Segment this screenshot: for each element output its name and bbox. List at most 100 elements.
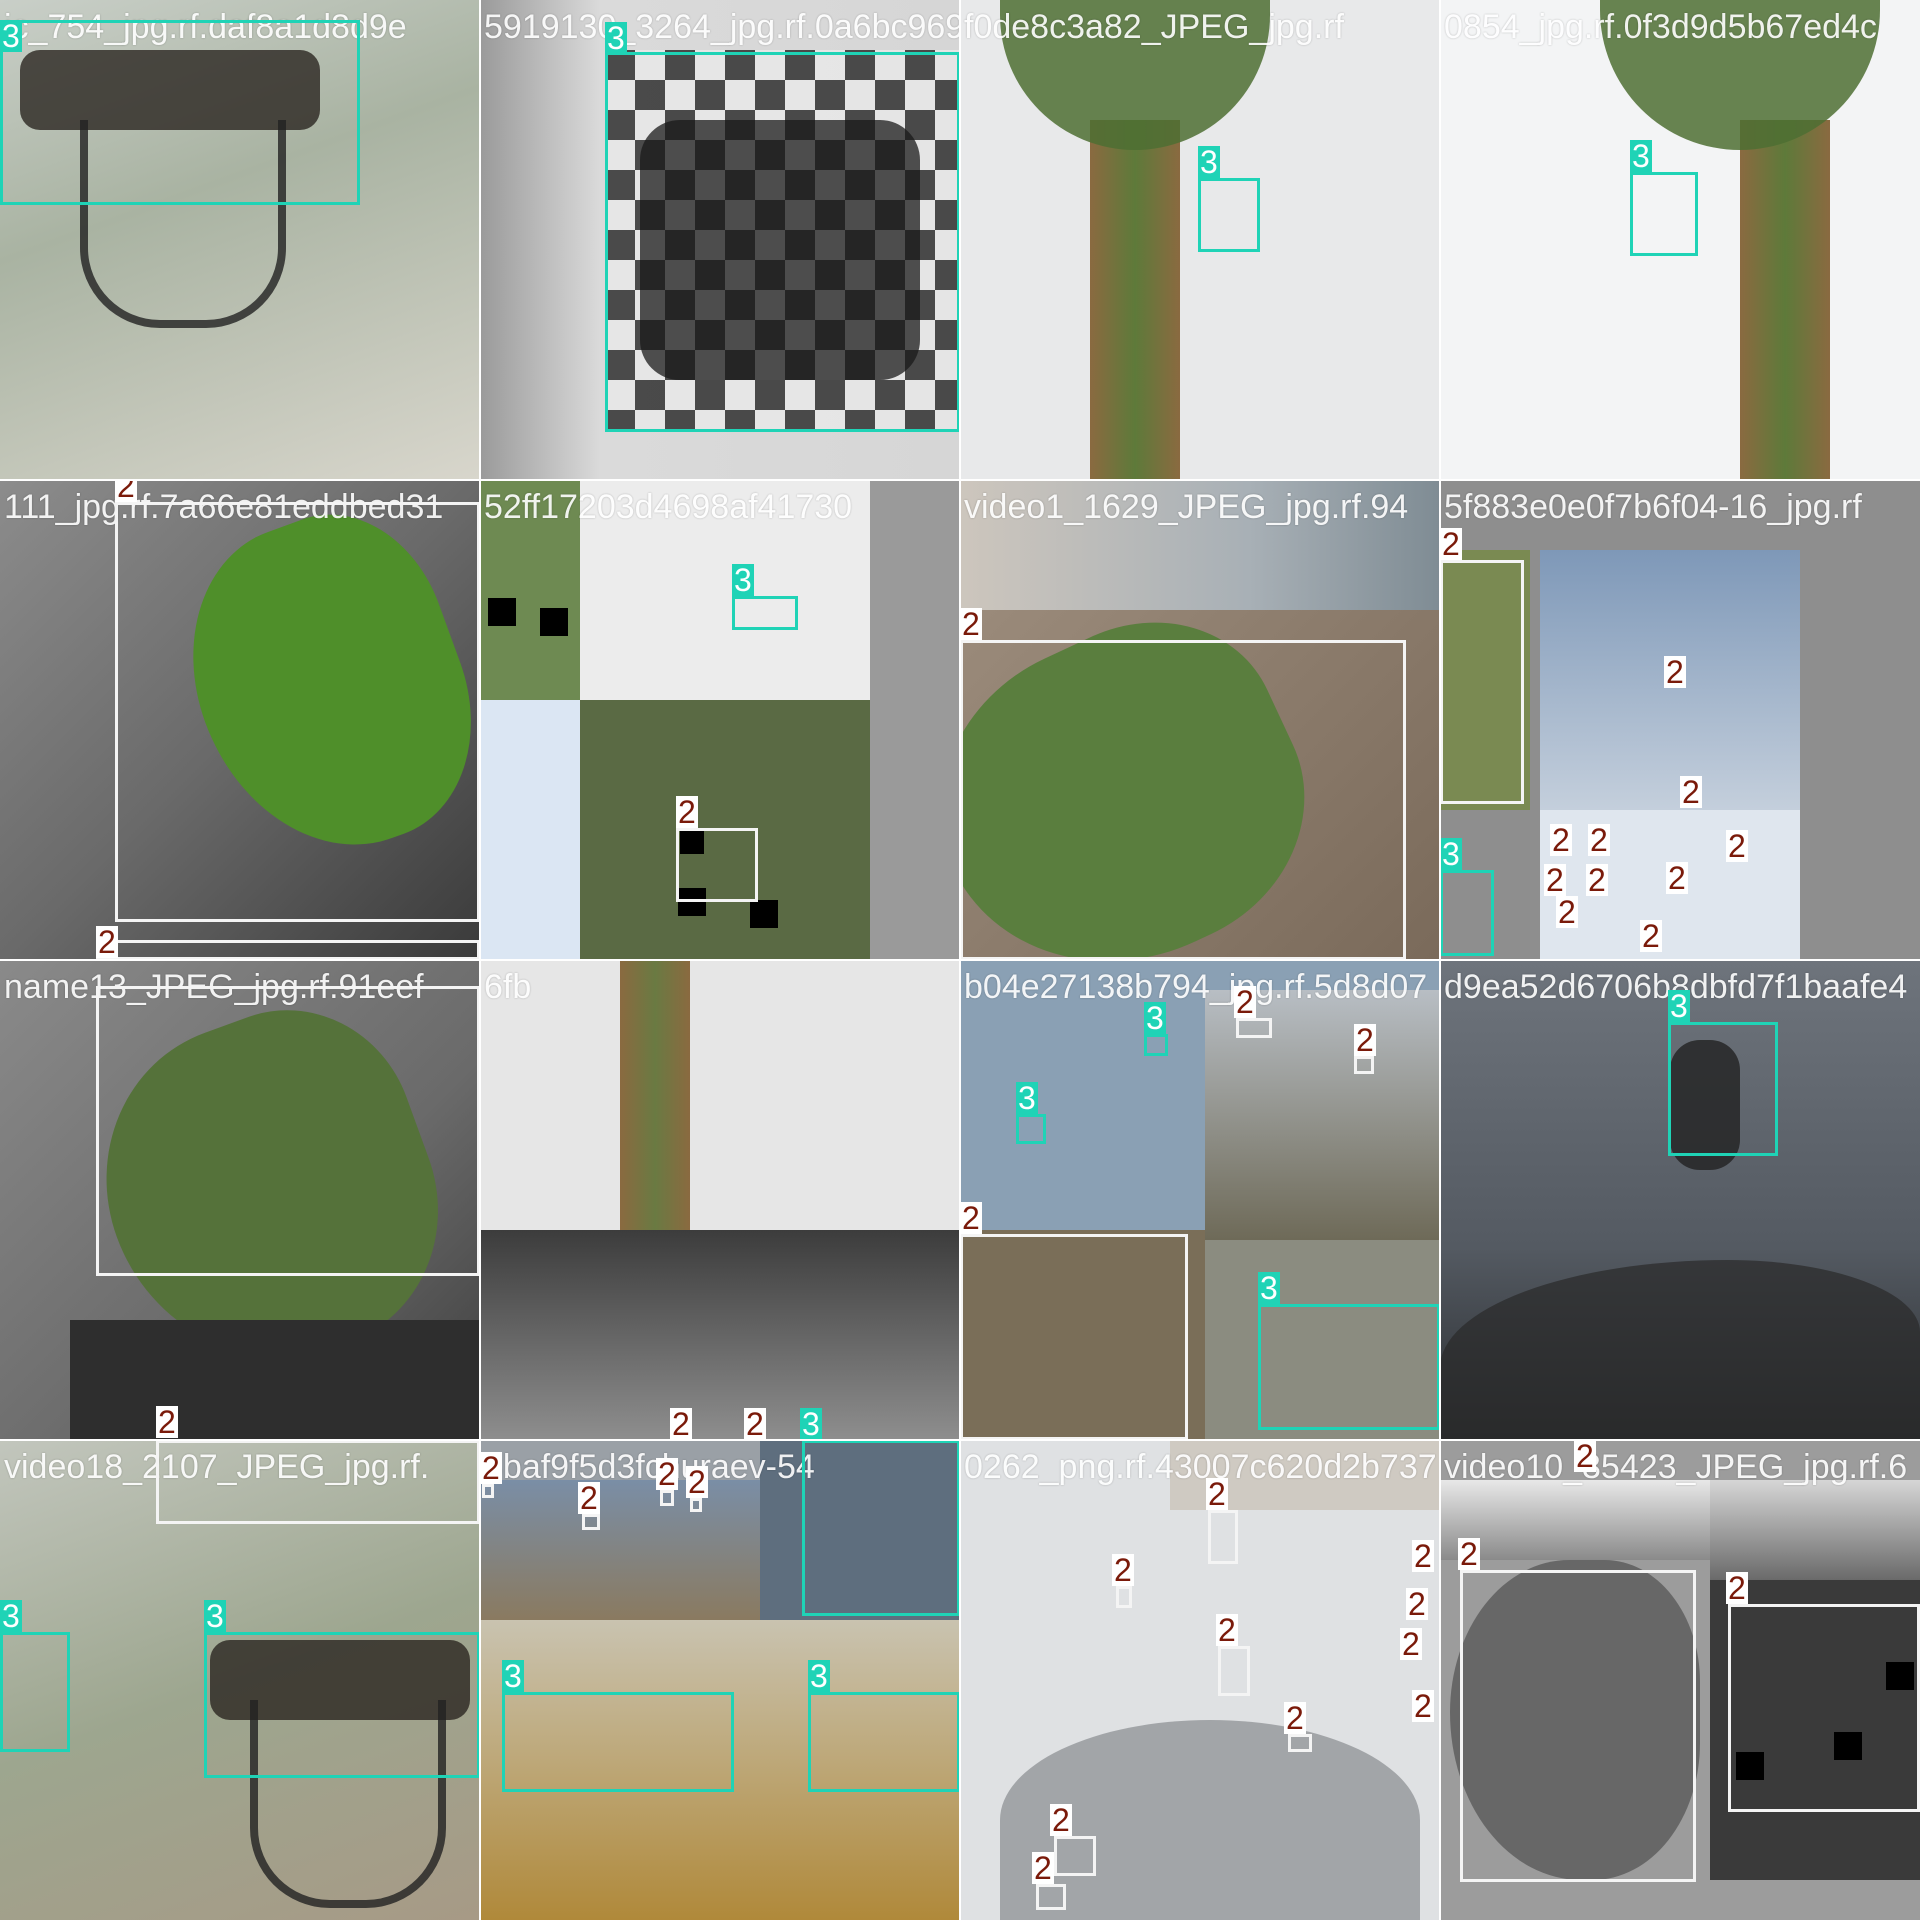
bird-box: [676, 828, 758, 902]
bird-label: 2: [1412, 1538, 1434, 1574]
drone-label: 3: [1016, 1080, 1038, 1116]
bird-box: [1460, 1570, 1696, 1882]
bird-box: [960, 1234, 1188, 1440]
palm-trunk: [1090, 120, 1180, 480]
bird-label: 2: [480, 1450, 502, 1486]
tile-15: 0262_png.rf.43007c620d2b737 2 2 2 2 2 2 …: [960, 1440, 1440, 1920]
drone-label: 3: [800, 1406, 822, 1440]
tile-title: video10_35423_JPEG_jpg.rf.6: [1444, 1448, 1908, 1486]
grid-divider: [0, 479, 1920, 481]
bird-label: 2: [96, 924, 118, 960]
bird-label: 2: [1216, 1612, 1238, 1648]
bird-label: 2: [1032, 1850, 1054, 1886]
drone-box: [1668, 1022, 1778, 1156]
bird-box: [1054, 1836, 1096, 1876]
bird-box: [582, 1514, 600, 1530]
drone-box: [204, 1632, 480, 1778]
drone-box: [0, 20, 360, 205]
bird-label: 2: [1726, 1570, 1748, 1606]
tile-4: 0854_jpg.rf.0f3d9d5b67ed4c 3: [1440, 0, 1920, 480]
drone-label: 3: [605, 20, 627, 56]
drone-label: 3: [502, 1658, 524, 1694]
bird-box: [115, 502, 480, 922]
drone-box: [502, 1692, 734, 1792]
bird-label: 2: [1588, 822, 1610, 858]
drone-label: 3: [204, 1598, 226, 1634]
drone-box: [732, 596, 798, 630]
bird-label: 2: [1234, 984, 1256, 1020]
bird-box: [1728, 1604, 1920, 1812]
city-strip: [1440, 1480, 1710, 1560]
drone-label: 3: [0, 18, 22, 54]
mask-square: [750, 900, 778, 928]
tile-10: 6fb 2 2 3: [480, 960, 960, 1440]
drone-box: [808, 1692, 960, 1792]
drone-label: 3: [808, 1658, 830, 1694]
bird-label: 2: [1400, 1626, 1422, 1662]
bird-box: [1440, 560, 1524, 804]
bird-label: 2: [1458, 1536, 1480, 1572]
ceiling-strip: [70, 1320, 480, 1440]
bird-label: 2: [578, 1480, 600, 1516]
bird-box: [1208, 1510, 1238, 1564]
tile-7: video1_1629_JPEG_jpg.rf.94 2: [960, 480, 1440, 960]
drone-box: [1440, 870, 1494, 956]
drone-label: 3: [1198, 144, 1220, 180]
tile-title: 5919130_3264_jpg.rf.0a6bc969: [484, 8, 960, 46]
tile-title: 8baf9f5d3fchuraev-54: [484, 1448, 815, 1486]
tile-3: f0de8c3a82_JPEG_jpg.rf 3: [960, 0, 1440, 480]
palm-trunk: [620, 960, 690, 1230]
tile-title: 52ff17203d4698af41730: [484, 488, 853, 526]
bird-label: 2: [670, 1406, 692, 1440]
drone-label: 3: [0, 1598, 22, 1634]
tile-title: b04e27138b794_jpg.rf.5d8d07: [964, 968, 1428, 1006]
mask-square: [488, 598, 516, 626]
bird-label: 2: [1550, 822, 1572, 858]
mountain-strip: [1710, 1480, 1920, 1580]
bird-box: [1218, 1646, 1250, 1696]
bird-label: 2: [1412, 1688, 1434, 1724]
bird-box: [96, 986, 480, 1276]
drone-box: [0, 1632, 70, 1752]
bird-label: 2: [1112, 1552, 1134, 1588]
tile-13: video18_2107_JPEG_jpg.rf. 3 3: [0, 1440, 480, 1920]
tile-2: 5919130_3264_jpg.rf.0a6bc969 3: [480, 0, 960, 480]
tile-14: 8baf9f5d3fchuraev-54 2 2 2 2 3 3: [480, 1440, 960, 1920]
bird-box: [1116, 1586, 1132, 1608]
tile-11: b04e27138b794_jpg.rf.5d8d07 3 3 2 3 2 2: [960, 960, 1440, 1440]
bird-label: 2: [1726, 828, 1748, 864]
tile-9: name13_JPEG_jpg.rf.91eef 2: [0, 960, 480, 1440]
grid-divider: [0, 959, 1920, 961]
mosaic-grid: ic_754_jpg.rf.daf8a1d8d9e 3 5919130_3264…: [0, 0, 1920, 1920]
bird-label: 2: [1574, 1440, 1596, 1474]
bird-box: [1036, 1884, 1066, 1910]
bird-label: 2: [1640, 918, 1662, 954]
drone-box: [1016, 1114, 1046, 1144]
bird-box: [1288, 1734, 1312, 1752]
bird-box: [482, 1484, 494, 1498]
bird-box: [1354, 1056, 1374, 1074]
bird-label: 2: [156, 1404, 178, 1440]
drone-box: [1630, 172, 1698, 256]
drone-box: [605, 52, 960, 432]
grid-divider: [0, 1439, 1920, 1441]
tile-12: d9ea52d6706b8dbfd7f1baafe4 3: [1440, 960, 1920, 1440]
bird-label: 2: [1544, 862, 1566, 898]
tile-8: 5f883e0e0f7b6f04-16_jpg.rf 2 3 2 2 2 2 2…: [1440, 480, 1920, 960]
tile-title: 5f883e0e0f7b6f04-16_jpg.rf: [1444, 488, 1862, 526]
bird-label: 2: [1666, 860, 1688, 896]
bird-label: 2: [1586, 862, 1608, 898]
tile-16: video10_35423_JPEG_jpg.rf.6 2 2 2: [1440, 1440, 1920, 1920]
bird-label: 2: [1050, 1802, 1072, 1838]
drone-box: [1258, 1304, 1440, 1430]
drone-label: 3: [1144, 1000, 1166, 1036]
bird-label: 2: [1354, 1022, 1376, 1058]
bird-box: [690, 1498, 702, 1512]
drone-box: [1144, 1034, 1168, 1056]
bird-box: [1236, 1018, 1272, 1038]
mask-square: [540, 608, 568, 636]
bird-label: 2: [115, 480, 137, 502]
drone-box: [1198, 178, 1260, 252]
bird-box: [960, 640, 1406, 960]
bird-box: [660, 1490, 674, 1506]
